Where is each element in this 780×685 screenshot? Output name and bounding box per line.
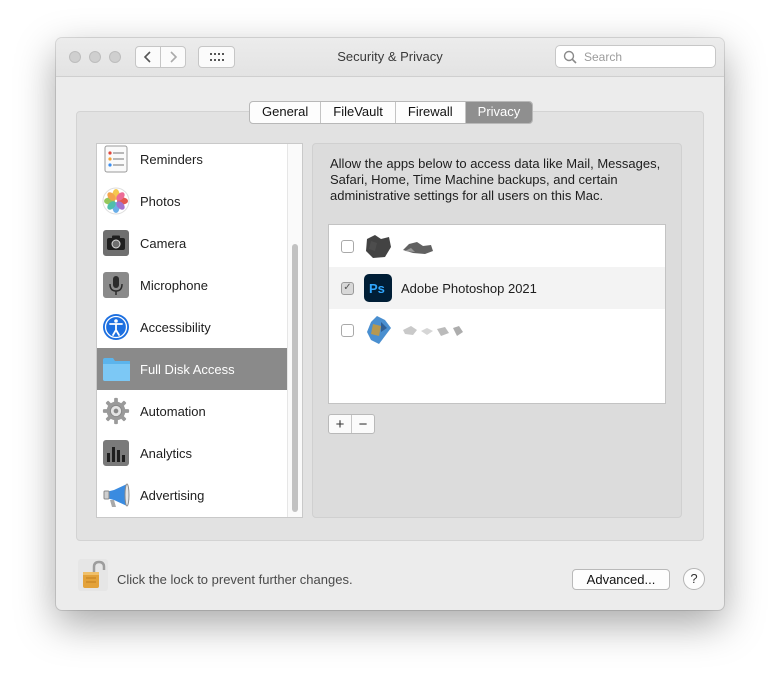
- redacted-app-name: [403, 242, 433, 254]
- search-icon: [563, 50, 577, 64]
- gear-icon: [102, 397, 130, 425]
- sidebar-item-label: Analytics: [140, 445, 193, 461]
- sidebar-item-microphone[interactable]: Microphone: [97, 264, 288, 306]
- scroll-thumb[interactable]: [292, 244, 298, 512]
- search-field[interactable]: [555, 45, 716, 68]
- photos-icon: [102, 187, 130, 215]
- sidebar-item-label: Accessibility: [140, 319, 211, 335]
- sidebar-item-label: Photos: [140, 193, 181, 209]
- sidebar-scrollbar[interactable]: [287, 144, 302, 517]
- sidebar-item-reminders[interactable]: Reminders: [97, 144, 288, 180]
- app-checkbox[interactable]: ✓: [341, 281, 354, 295]
- add-remove-control: + −: [328, 414, 375, 434]
- app-name: Adobe Photoshop 2021: [401, 280, 537, 296]
- tab-bar: General FileVault Firewall Privacy: [249, 101, 534, 124]
- redacted-app-icon: [363, 315, 393, 345]
- lock-button[interactable]: [77, 559, 109, 591]
- sidebar-item-label: Reminders: [140, 151, 203, 167]
- list-item[interactable]: [329, 309, 665, 351]
- sidebar-item-label: Camera: [140, 235, 187, 251]
- megaphone-icon: [102, 481, 130, 509]
- camera-icon: [102, 229, 130, 257]
- app-checkbox[interactable]: [341, 323, 354, 337]
- sidebar-item-label: Advertising: [140, 487, 205, 503]
- photoshop-icon: Ps: [363, 273, 393, 303]
- sidebar-item-photos[interactable]: Photos: [97, 180, 288, 222]
- redacted-app-name: [403, 326, 463, 336]
- sidebar-item-label: Full Disk Access: [140, 361, 235, 377]
- app-checkbox[interactable]: [341, 239, 354, 253]
- app-list: ✓ Ps Adobe Photoshop 2021: [328, 224, 666, 404]
- sidebar-item-analytics[interactable]: Analytics: [97, 432, 288, 474]
- reminders-icon: [102, 145, 130, 173]
- redacted-app-icon: [363, 231, 393, 261]
- svg-text:Ps: Ps: [369, 281, 385, 296]
- access-description: Allow the apps below to access data like…: [330, 156, 661, 203]
- sidebar-item-camera[interactable]: Camera: [97, 222, 288, 264]
- list-item[interactable]: ✓ Ps Adobe Photoshop 2021: [329, 267, 665, 309]
- tab-firewall[interactable]: Firewall: [396, 102, 466, 123]
- tab-filevault[interactable]: FileVault: [321, 102, 396, 123]
- help-button[interactable]: ?: [683, 568, 705, 590]
- privacy-category-list: Reminders Photos Camera Microphone Acces…: [96, 143, 303, 518]
- lock-status-text: Click the lock to prevent further change…: [117, 572, 353, 587]
- tab-general[interactable]: General: [250, 102, 322, 123]
- sidebar-item-advertising[interactable]: Advertising: [97, 474, 288, 516]
- search-input[interactable]: [582, 48, 706, 65]
- advanced-button[interactable]: Advanced...: [572, 569, 670, 590]
- accessibility-icon: [102, 313, 130, 341]
- add-app-button[interactable]: +: [329, 415, 352, 433]
- sidebar-item-automation[interactable]: Automation: [97, 390, 288, 432]
- tab-privacy[interactable]: Privacy: [465, 102, 533, 123]
- lock-open-icon: [78, 559, 108, 591]
- list-item[interactable]: [329, 225, 665, 267]
- folder-icon: [102, 355, 130, 383]
- preferences-window: Security & Privacy General FileVault Fir…: [56, 38, 724, 610]
- microphone-icon: [102, 271, 130, 299]
- sidebar-item-label: Microphone: [140, 277, 208, 293]
- sidebar-item-label: Automation: [140, 403, 206, 419]
- analytics-icon: [102, 439, 130, 467]
- title-bar: Security & Privacy: [56, 38, 724, 77]
- remove-app-button[interactable]: −: [352, 415, 374, 433]
- sidebar-item-full-disk-access[interactable]: Full Disk Access: [97, 348, 288, 390]
- sidebar-item-accessibility[interactable]: Accessibility: [97, 306, 288, 348]
